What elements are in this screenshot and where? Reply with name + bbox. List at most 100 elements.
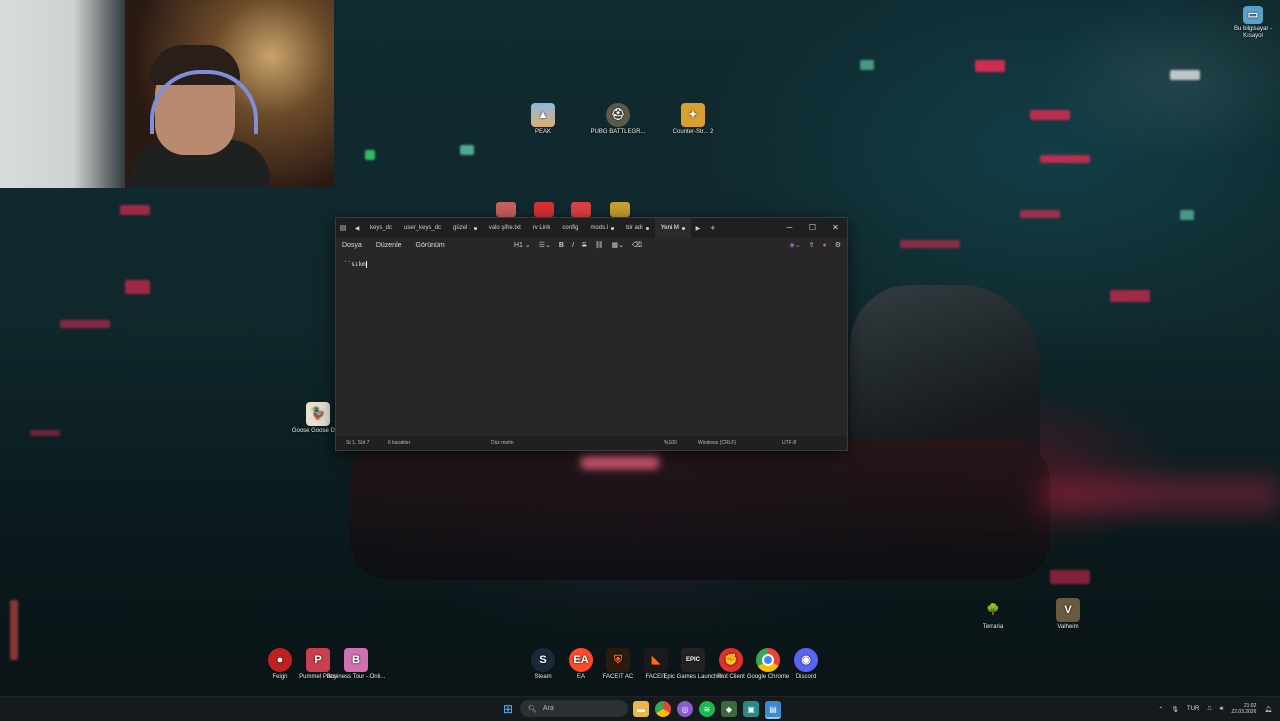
tab-label: rv Link <box>532 225 551 231</box>
list-dropdown-icon[interactable]: ☰⌄ <box>539 241 551 249</box>
chevron-up-icon[interactable]: ⌃ <box>1158 706 1163 713</box>
valheim-icon: V <box>1056 598 1080 622</box>
app-taskbar-icon[interactable]: ◆ <box>721 701 737 717</box>
tab-label: valo şifre.txt <box>488 225 521 231</box>
desktop-icon-business-tour[interactable]: B Business Tour - Onli... <box>326 648 386 681</box>
clear-formatting-icon[interactable]: ⌫ <box>632 241 642 249</box>
toolbar-right: ◈⌄ ⇪ ● ⚙ <box>789 238 841 252</box>
notepad-app-icon: ▤ <box>339 225 347 232</box>
peak-icon: ▲ <box>531 103 555 127</box>
tab-bir-adi[interactable]: bir adı <box>620 218 655 238</box>
tab-yeni-metin[interactable]: Yeni M <box>654 218 691 238</box>
desktop-icon-label: PEAK <box>534 129 551 135</box>
search-placeholder: Ara <box>542 705 554 712</box>
desktop-icon-discord[interactable]: ◉ Discord <box>776 648 836 681</box>
hidden-app-icon <box>571 202 591 217</box>
scroll-right-icon[interactable]: ▶ <box>691 225 705 232</box>
minimize-icon[interactable]: ─ <box>778 218 801 238</box>
close-icon[interactable]: ✕ <box>824 218 847 238</box>
tab-label: Yeni M <box>660 225 679 231</box>
scroll-left-icon[interactable]: ◀ <box>350 225 364 232</box>
maximize-icon[interactable]: ☐ <box>801 218 824 238</box>
hidden-app-icon <box>610 202 630 217</box>
goose-icon: 🦆 <box>306 402 330 426</box>
menu-gorunum[interactable]: Görünüm <box>416 242 445 249</box>
desktop-icon-label: Discord <box>795 674 817 680</box>
hidden-app-icon <box>534 202 554 217</box>
hidden-app-icon <box>496 202 516 217</box>
tab-label: mods.l <box>590 225 609 231</box>
business-tour-icon: B <box>344 648 368 672</box>
desktop-icon-label: Bu bilgisayar - Kısayol <box>1233 26 1272 39</box>
unsaved-dot-icon <box>681 226 685 230</box>
language-indicator[interactable]: TUR <box>1187 706 1199 712</box>
tab-valo-sifre[interactable]: valo şifre.txt <box>483 218 527 238</box>
new-tab-button[interactable]: + <box>705 223 721 233</box>
italic-icon[interactable]: I <box>572 242 574 249</box>
tab-bar: ▤ ◀ keys_dc user_keys_dc güzel : valo şi… <box>336 218 847 238</box>
text-caret <box>365 261 367 268</box>
notepad-taskbar-icon[interactable]: ▤ <box>765 701 781 719</box>
system-tray: ⌃ 🎙︎ TUR ⎍ 🔊︎ 21:02 22.03.2026 🔔︎ <box>1158 697 1272 721</box>
bold-icon[interactable]: B <box>559 242 564 249</box>
chrome-taskbar-icon[interactable] <box>655 701 671 717</box>
copilot-icon[interactable]: ◈⌄ <box>789 241 800 249</box>
notepad-window[interactable]: ▤ ◀ keys_dc user_keys_dc güzel : valo şi… <box>335 217 848 451</box>
share-icon[interactable]: ⇪ <box>809 241 815 249</box>
unsaved-dot-icon <box>473 226 477 230</box>
computer-icon: ▭ <box>1243 6 1263 24</box>
heading-dropdown[interactable]: H1 ⌄ <box>514 241 531 249</box>
tab-user-keys-dc[interactable]: user_keys_dc <box>398 218 447 238</box>
clock[interactable]: 21:02 22.03.2026 <box>1231 703 1256 715</box>
desktop-icon-this-pc[interactable]: ▭ Bu bilgisayar - Kısayol <box>1226 6 1280 40</box>
taskbar-search[interactable]: 🔍︎ Ara <box>520 700 628 717</box>
desktop-icon-terraria[interactable]: 🌳 Terraria <box>963 598 1023 631</box>
tab-guzel[interactable]: güzel : <box>447 218 483 238</box>
account-icon[interactable]: ● <box>822 242 826 249</box>
search-icon: 🔍︎ <box>528 705 537 713</box>
app-taskbar-icon[interactable]: ▣ <box>743 701 759 717</box>
heading-label: H1 <box>514 242 523 249</box>
notification-bell-icon[interactable]: 🔔︎ <box>1264 706 1272 713</box>
menu-duzenle[interactable]: Düzenle <box>376 242 402 249</box>
tab-label: keys_dc <box>370 225 393 231</box>
tab-config[interactable]: config <box>556 218 584 238</box>
clock-date: 22.03.2026 <box>1231 709 1257 715</box>
unsaved-dot-icon <box>645 226 649 230</box>
strikethrough-icon[interactable]: S <box>582 242 587 249</box>
status-zoom: %100 <box>664 440 677 446</box>
tab-mods[interactable]: mods.l <box>584 218 620 238</box>
start-button[interactable]: ⊞ <box>500 701 516 717</box>
spotify-icon[interactable]: ≋ <box>699 701 715 717</box>
desktop-icon-valheim[interactable]: V Valheim <box>1038 598 1098 631</box>
app-taskbar-icon[interactable]: ◎ <box>677 701 693 717</box>
terraria-icon: 🌳 <box>986 603 1000 616</box>
network-icon[interactable]: ⎍ <box>1207 706 1211 713</box>
tab-keys-dc[interactable]: keys_dc <box>364 218 398 238</box>
status-format[interactable]: Düz metin <box>491 440 514 446</box>
unsaved-dot-icon <box>611 226 615 230</box>
status-bar: St 1, Süt 7 6 karakter Düz metin %100 Wi… <box>336 436 847 450</box>
status-encoding: UTF-8 <box>782 440 797 446</box>
discord-icon: ◉ <box>794 648 818 672</box>
format-toolbar: H1 ⌄ ☰⌄ B I S ⛓ ▦⌄ ⌫ <box>514 238 642 252</box>
menu-dosya[interactable]: Dosya <box>342 242 362 249</box>
text-editor-area[interactable]: ``sıkm <box>336 252 847 436</box>
link-icon[interactable]: ⛓ <box>595 241 604 249</box>
volume-icon[interactable]: 🔊︎ <box>1220 706 1224 713</box>
microphone-icon[interactable]: 🎙︎ <box>1171 706 1179 713</box>
editor-content: ``sıkm <box>344 261 366 268</box>
file-explorer-icon[interactable]: ▬ <box>633 701 649 717</box>
tab-label: user_keys_dc <box>404 225 442 231</box>
status-line-ending: Windows (CRLF) <box>698 440 737 446</box>
desktop-icon-label: Valheim <box>1057 624 1079 630</box>
tab-rv-link[interactable]: rv Link <box>527 218 557 238</box>
table-dropdown-icon[interactable]: ▦⌄ <box>611 241 623 249</box>
settings-gear-icon[interactable]: ⚙ <box>835 241 841 249</box>
tab-label: güzel : <box>453 225 471 231</box>
tab-label: bir adı <box>626 225 643 231</box>
desktop-icon-cs2[interactable]: ✦ Counter-Str... 2 <box>663 103 723 136</box>
desktop-icon-pubg[interactable]: ⛑ PUBG BATTLEGR... <box>588 103 648 136</box>
status-position: St 1, Süt 7 <box>346 440 370 446</box>
desktop-icon-peak[interactable]: ▲ PEAK <box>513 103 573 136</box>
